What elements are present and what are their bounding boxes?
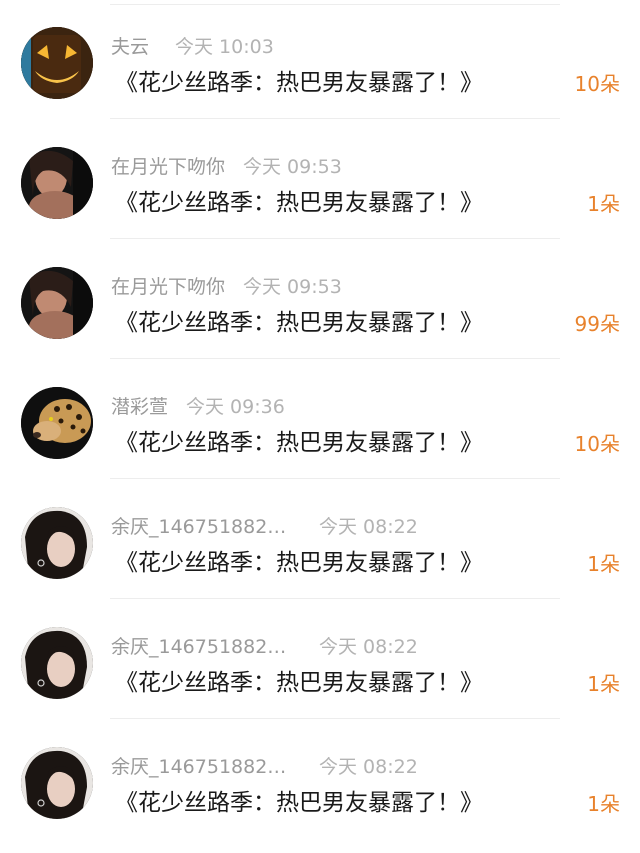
username[interactable]: 余厌_1467518821... [111,753,295,781]
comment-row[interactable]: 夫云 今天 10:03 《花少丝路季：热巴男友暴露了！》 10朵 [0,0,640,119]
timestamp: 今天 08:22 [319,636,418,658]
comment-row[interactable]: 余厌_1467518821... 今天 08:22 《花少丝路季：热巴男友暴露了！… [0,480,640,599]
timestamp: 今天 09:53 [243,156,342,178]
leopard-avatar[interactable] [21,387,93,459]
comment-meta: 夫云 今天 10:03 [111,33,274,61]
pumpkin-avatar[interactable] [21,27,93,99]
girl-portrait-avatar[interactable] [21,747,93,819]
comment-row[interactable]: 潜彩萱 今天 09:36 《花少丝路季：热巴男友暴露了！》 10朵 [0,360,640,479]
flower-count: 1朵 [587,672,620,696]
comment-text: 《花少丝路季：热巴男友暴露了！》 [115,670,483,696]
comment-text: 《花少丝路季：热巴男友暴露了！》 [115,430,483,456]
row-divider [110,478,560,479]
flower-count: 99朵 [574,312,620,336]
comment-row[interactable]: 余厌_1467518821... 今天 08:22 《花少丝路季：热巴男友暴露了！… [0,600,640,719]
username[interactable]: 在月光下吻你 [111,273,225,301]
timestamp: 今天 08:22 [319,516,418,538]
flower-count: 1朵 [587,552,620,576]
timestamp: 今天 09:53 [243,276,342,298]
dark-portrait-avatar[interactable] [21,147,93,219]
row-divider [110,718,560,719]
username[interactable]: 在月光下吻你 [111,153,225,181]
flower-count: 1朵 [587,192,620,216]
flower-count: 1朵 [587,792,620,816]
username[interactable]: 余厌_1467518821... [111,513,295,541]
username[interactable]: 潜彩萱 [111,393,168,421]
girl-portrait-avatar[interactable] [21,627,93,699]
comment-row[interactable]: 在月光下吻你 今天 09:53 《花少丝路季：热巴男友暴露了！》 99朵 [0,240,640,359]
username[interactable]: 夫云 [111,33,149,61]
comment-text: 《花少丝路季：热巴男友暴露了！》 [115,790,483,816]
comment-row[interactable]: 余厌_1467518821... 今天 08:22 《花少丝路季：热巴男友暴露了！… [0,720,640,839]
timestamp: 今天 08:22 [319,756,418,778]
comment-meta: 在月光下吻你 今天 09:53 [111,153,342,181]
girl-portrait-avatar[interactable] [21,507,93,579]
comment-text: 《花少丝路季：热巴男友暴露了！》 [115,190,483,216]
flower-count: 10朵 [574,72,620,96]
comment-text: 《花少丝路季：热巴男友暴露了！》 [115,70,483,96]
comment-row[interactable]: 在月光下吻你 今天 09:53 《花少丝路季：热巴男友暴露了！》 1朵 [0,120,640,239]
comment-meta: 潜彩萱 今天 09:36 [111,393,285,421]
comment-meta: 在月光下吻你 今天 09:53 [111,273,342,301]
timestamp: 今天 09:36 [186,396,285,418]
comment-meta: 余厌_1467518821... 今天 08:22 [111,513,418,541]
flower-count: 10朵 [574,432,620,456]
timestamp: 今天 10:03 [175,36,274,58]
row-divider [110,598,560,599]
comment-meta: 余厌_1467518821... 今天 08:22 [111,753,418,781]
row-divider [110,118,560,119]
row-divider [110,358,560,359]
dark-portrait-avatar[interactable] [21,267,93,339]
row-divider [110,238,560,239]
comment-meta: 余厌_1467518821... 今天 08:22 [111,633,418,661]
username[interactable]: 余厌_1467518821... [111,633,295,661]
comment-text: 《花少丝路季：热巴男友暴露了！》 [115,310,483,336]
comment-text: 《花少丝路季：热巴男友暴露了！》 [115,550,483,576]
